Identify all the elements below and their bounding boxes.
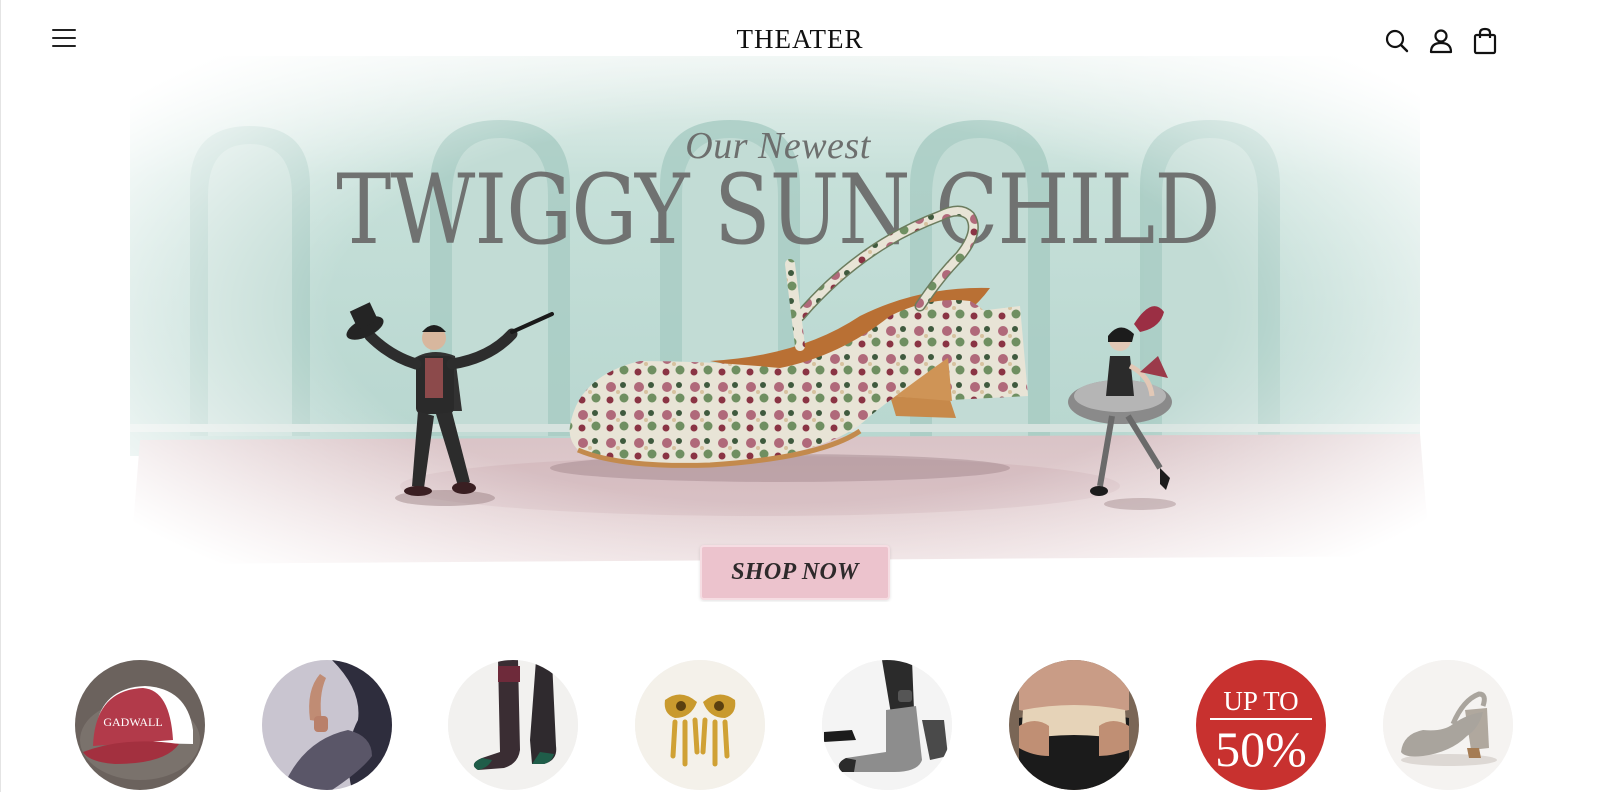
menu-icon[interactable] <box>50 26 78 50</box>
category-strip: GADWALL UP TO 50% <box>0 660 1600 792</box>
header-actions <box>1382 26 1500 56</box>
site-header: THEATER <box>0 0 1600 84</box>
hero-banner[interactable]: Our Newest TWIGGY SUN CHILD SHOP NOW <box>100 16 1456 602</box>
cart-icon[interactable] <box>1470 26 1500 56</box>
dancer-figure <box>1068 306 1176 510</box>
category-sale[interactable]: UP TO 50% <box>1196 660 1326 790</box>
category-mens-socks[interactable] <box>822 660 952 790</box>
category-slingback-shoe[interactable] <box>1383 660 1513 790</box>
category-cap[interactable]: GADWALL <box>75 660 205 790</box>
mens-socks-image <box>822 660 952 790</box>
cap-image: GADWALL <box>75 660 205 790</box>
tights-image <box>262 660 392 790</box>
shop-now-label: SHOP NOW <box>731 559 859 585</box>
search-icon[interactable] <box>1382 26 1412 56</box>
category-thermal-leggings[interactable] <box>1009 660 1139 790</box>
hero-illustration <box>346 205 1176 510</box>
socks-image <box>448 660 578 790</box>
category-tights[interactable] <box>262 660 392 790</box>
earrings-image <box>635 660 765 790</box>
sale-prefix: UP TO <box>1223 686 1299 716</box>
site-logo[interactable]: THEATER <box>0 24 1600 55</box>
slingback-image <box>1383 660 1513 790</box>
shop-now-button[interactable]: SHOP NOW <box>700 545 890 600</box>
category-gold-earrings[interactable] <box>635 660 765 790</box>
leggings-image <box>1009 660 1139 790</box>
sale-percent: 50% <box>1215 721 1307 777</box>
cap-text: GADWALL <box>103 715 162 729</box>
magician-figure <box>346 302 554 506</box>
account-icon[interactable] <box>1426 26 1456 56</box>
category-sheer-socks[interactable] <box>448 660 578 790</box>
